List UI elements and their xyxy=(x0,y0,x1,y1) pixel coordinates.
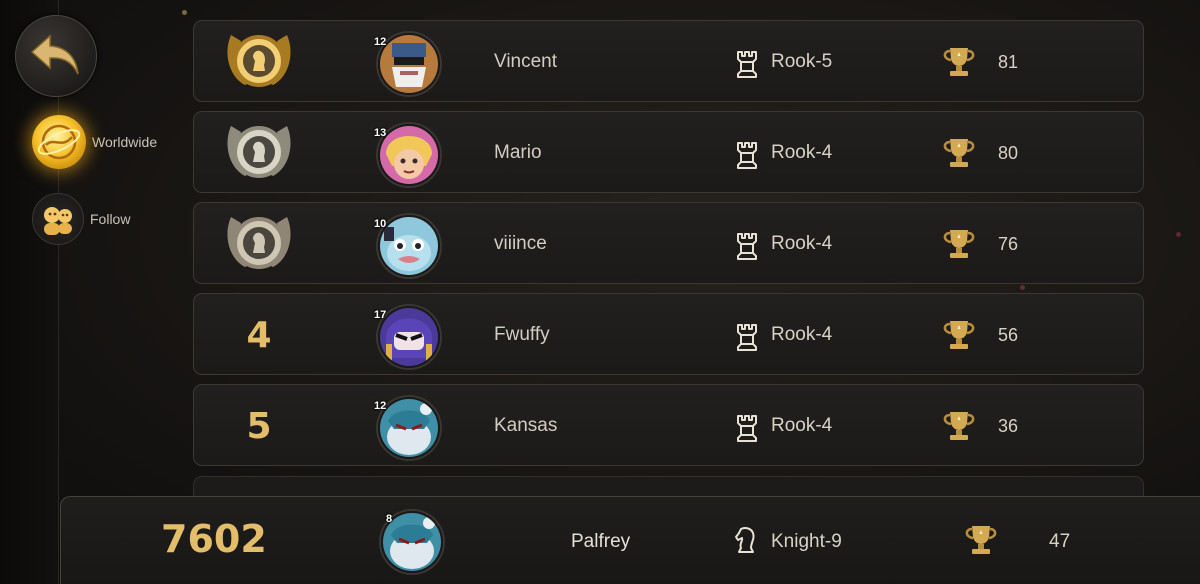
blonde-girl-avatar[interactable] xyxy=(378,124,440,186)
rank-number: 4 xyxy=(246,314,272,356)
back-arrow-icon xyxy=(30,34,79,75)
trophy-icon xyxy=(943,230,975,258)
leaderboard-row[interactable]: 12 Vincent Rook-5 81 xyxy=(193,20,1144,102)
tab-follow-label: Follow xyxy=(90,211,131,227)
rook-icon xyxy=(737,324,757,351)
blue-creature-avatar[interactable] xyxy=(378,215,440,277)
level-badge: 12 xyxy=(374,36,387,48)
rook-icon xyxy=(737,233,757,260)
leaderboard-row[interactable]: 13 Mario Rook-4 80 xyxy=(193,111,1144,193)
back-button[interactable] xyxy=(15,15,97,97)
rank-cell xyxy=(214,112,304,194)
purple-ninja-avatar[interactable] xyxy=(378,306,440,368)
rank-cell xyxy=(214,21,304,103)
my-trophy-count: 47 xyxy=(1049,531,1071,552)
trophy-icon xyxy=(943,139,975,167)
player-name: Mario xyxy=(494,142,542,163)
my-player-name: Palfrey xyxy=(571,531,631,552)
player-name: Kansas xyxy=(494,415,558,436)
trophy-icon xyxy=(943,48,975,76)
tier-label: Rook-4 xyxy=(771,142,833,163)
rank-cell: 5 xyxy=(214,385,304,467)
leaderboard-row[interactable]: 10 viiince Rook-4 76 xyxy=(193,202,1144,284)
bg-sparkle xyxy=(1176,232,1181,237)
trophy-icon xyxy=(943,321,975,349)
bearded-bandit-avatar[interactable] xyxy=(378,33,440,95)
rook-icon xyxy=(737,415,757,442)
knight-icon xyxy=(735,527,755,553)
my-rank-number: 7602 xyxy=(161,517,267,561)
furry-beast-avatar[interactable] xyxy=(378,397,440,459)
leaderboard-row[interactable]: 5 12 Kansas Rook-4 36 xyxy=(193,384,1144,466)
friends-icon xyxy=(32,193,84,245)
level-badge: 10 xyxy=(374,218,387,230)
leaderboard-row[interactable]: 4 17 Fwuffy Rook-4 56 xyxy=(193,293,1144,375)
tier-label: Rook-4 xyxy=(771,233,833,254)
tier-label: Rook-4 xyxy=(771,415,833,436)
level-badge: 12 xyxy=(374,400,387,412)
tier-label: Rook-4 xyxy=(771,324,833,345)
trophy-count: 56 xyxy=(998,325,1019,345)
globe-icon xyxy=(32,115,86,169)
rank-cell xyxy=(214,203,304,285)
level-badge: 17 xyxy=(374,309,387,321)
tier-label: Rook-5 xyxy=(771,51,833,72)
trophy-count: 76 xyxy=(998,234,1019,254)
my-level-badge: 8 xyxy=(386,513,393,525)
bronze-medal-icon xyxy=(219,207,299,282)
bg-sparkle xyxy=(182,10,187,15)
gold-medal-icon xyxy=(219,25,299,100)
trophy-count: 81 xyxy=(998,52,1019,72)
trophy-icon xyxy=(965,526,997,554)
rook-icon xyxy=(737,51,757,78)
bg-sparkle xyxy=(1020,285,1025,290)
my-tier: Knight-9 xyxy=(771,531,842,552)
tab-worldwide[interactable]: Worldwide xyxy=(32,115,157,169)
trophy-count: 36 xyxy=(998,416,1019,436)
trophy-count: 80 xyxy=(998,143,1019,163)
level-badge: 13 xyxy=(374,127,387,139)
silver-medal-icon xyxy=(219,116,299,191)
rank-number: 5 xyxy=(246,405,272,447)
player-name: viiince xyxy=(494,233,547,254)
player-name: Fwuffy xyxy=(494,324,550,345)
tab-follow[interactable]: Follow xyxy=(32,193,130,245)
my-rank-bar[interactable]: 7602 8 Palfrey Knight-9 47 xyxy=(60,496,1200,584)
player-name: Vincent xyxy=(494,51,558,72)
trophy-icon xyxy=(943,412,975,440)
tab-worldwide-label: Worldwide xyxy=(92,134,158,150)
rank-cell: 4 xyxy=(214,294,304,376)
rook-icon xyxy=(737,142,757,169)
